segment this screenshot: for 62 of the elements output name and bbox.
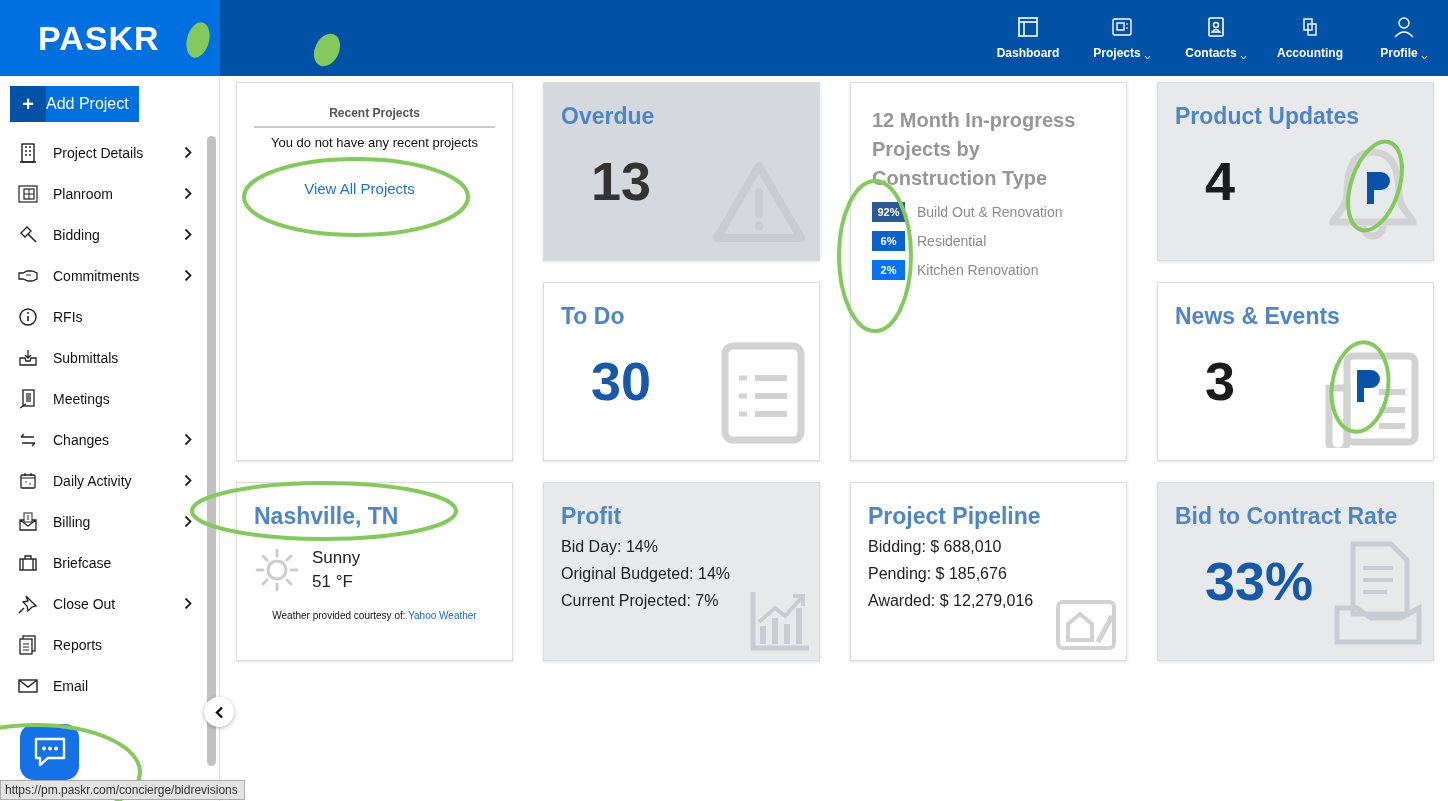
summary-card[interactable]: Project Pipeline Bidding: $ 688,010 Pending: $ 185,676 Awarded: $ 12,279,016 bbox=[850, 482, 1127, 661]
stat-value: 4 bbox=[1205, 150, 1236, 212]
yahoo-weather-link[interactable]: Yahoo Weather bbox=[408, 610, 477, 621]
stat-value: 13 bbox=[591, 150, 652, 212]
card-title: To Do bbox=[561, 303, 626, 330]
percent-badge: 92% bbox=[872, 202, 905, 222]
sidebar-item[interactable]: Commitments bbox=[0, 255, 201, 296]
stat-card[interactable]: To Do 30 bbox=[543, 282, 820, 461]
sidebar-item[interactable]: Meetings bbox=[0, 378, 201, 419]
card-title: Profit bbox=[561, 503, 623, 530]
stat-value: 30 bbox=[591, 350, 652, 412]
stat-value: 33% bbox=[1205, 550, 1314, 612]
logo-text: PASKR bbox=[38, 18, 160, 58]
nav-item[interactable]: Projects bbox=[1082, 0, 1162, 76]
stat-card[interactable]: Bid to Contract Rate 33% bbox=[1157, 482, 1434, 661]
sidebar-item[interactable]: Reports bbox=[0, 624, 201, 665]
legend-label: Kitchen Renovation bbox=[917, 262, 1039, 278]
sidebar-item[interactable]: Bidding bbox=[0, 214, 201, 255]
status-url: https://pm.paskr.com/concierge/bidrevisions bbox=[0, 780, 245, 800]
percent-badge: 6% bbox=[872, 231, 905, 251]
stat-card[interactable]: Overdue 13 bbox=[543, 82, 820, 261]
summary-card[interactable]: Profit Bid Day: 14% Original Budgeted: 14% Current Projected: 7% bbox=[543, 482, 820, 661]
card-title: Bid to Contract Rate bbox=[1175, 503, 1399, 530]
sidebar-item[interactable]: Submittals bbox=[0, 337, 201, 378]
weather-condition: Sunny bbox=[312, 548, 361, 568]
card-title: 12 Month In-progress Projects by Construction Type bbox=[872, 108, 1077, 191]
sidebar-item[interactable]: Planroom bbox=[0, 173, 201, 214]
sidebar-item[interactable]: Daily Activity bbox=[0, 460, 201, 501]
nav-item[interactable]: Profile bbox=[1364, 0, 1444, 76]
nav-item[interactable]: Contacts bbox=[1176, 0, 1256, 76]
summary-line: Bid Day: 14% bbox=[561, 537, 659, 557]
legend-label: Residential bbox=[917, 233, 987, 249]
add-project-button[interactable]: + Add Project bbox=[10, 86, 139, 122]
card-title: Product Updates bbox=[1175, 103, 1361, 130]
sidebar-item[interactable]: Changes bbox=[0, 419, 201, 460]
nav-item[interactable]: Dashboard bbox=[988, 0, 1068, 76]
summary-line: Bidding: $ 688,010 bbox=[868, 537, 1003, 557]
sidebar-item[interactable]: Close Out bbox=[0, 583, 201, 624]
stat-card[interactable]: Product Updates 4 bbox=[1157, 82, 1434, 261]
sidebar-item[interactable]: Project Details bbox=[0, 132, 201, 173]
weather-credit: Weather provided courtesy of: Yahoo Weather bbox=[271, 610, 478, 621]
summary-line: Pending: $ 185,676 bbox=[868, 564, 1008, 584]
city-name: Nashville, TN bbox=[254, 503, 400, 530]
summary-line: Awarded: $ 12,279,016 bbox=[868, 591, 1035, 611]
sidebar-item[interactable]: Billing bbox=[0, 501, 201, 542]
legend-label: Build Out & Renovation bbox=[917, 204, 1063, 220]
card-title: Overdue bbox=[561, 103, 656, 130]
summary-line: Original Budgeted: 14% bbox=[561, 564, 731, 584]
percent-badge: 2% bbox=[872, 260, 905, 280]
stat-value: 3 bbox=[1205, 350, 1236, 412]
nav-item[interactable]: Accounting bbox=[1270, 0, 1350, 76]
temperature: 51 °F bbox=[312, 572, 354, 592]
sidebar-item[interactable]: Email bbox=[0, 665, 201, 706]
card-title: Project Pipeline bbox=[868, 503, 1042, 530]
sidebar-item[interactable]: RFIs bbox=[0, 296, 201, 337]
stat-card[interactable]: News & Events 3 bbox=[1157, 282, 1434, 461]
card-title: News & Events bbox=[1175, 303, 1341, 330]
empty-message: You do not have any recent projects bbox=[270, 135, 479, 150]
view-all-projects-link[interactable]: View All Projects bbox=[254, 180, 495, 197]
sidebar-item[interactable]: Briefcase bbox=[0, 542, 201, 583]
card-title: Recent Projects bbox=[254, 106, 495, 128]
summary-line: Current Projected: 7% bbox=[561, 591, 720, 611]
